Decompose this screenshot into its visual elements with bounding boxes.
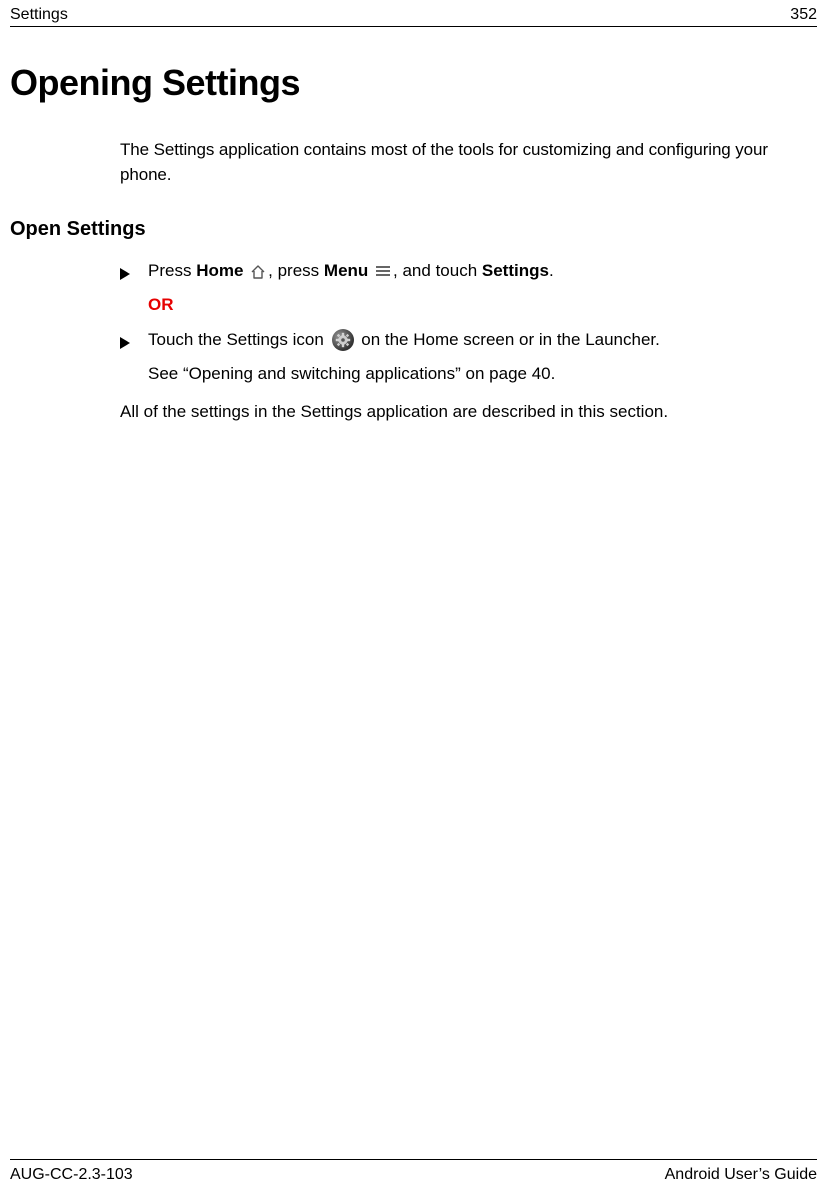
step-1: Press Home , press Menu , and touch Sett… — [120, 258, 809, 284]
step-1-bold-settings: Settings — [482, 261, 549, 280]
see-reference: See “Opening and switching applications”… — [148, 361, 809, 387]
closing-text: All of the settings in the Settings appl… — [120, 402, 809, 422]
step-1-text-3: , and touch — [393, 261, 482, 280]
step-2-text-2: on the Home screen or in the Launcher. — [357, 330, 660, 349]
menu-icon — [375, 259, 391, 271]
bullet-icon — [120, 262, 130, 288]
header-page-number: 352 — [790, 6, 817, 24]
or-text: OR — [148, 292, 809, 318]
step-2-text-1: Touch the Settings icon — [148, 330, 329, 349]
step-1-text-4: . — [549, 261, 554, 280]
settings-icon — [332, 329, 354, 351]
subheading: Open Settings — [10, 218, 146, 241]
header-section: Settings — [10, 6, 68, 24]
home-icon — [250, 261, 266, 275]
step-1-bold-menu: Menu — [324, 261, 368, 280]
header-rule — [10, 26, 817, 27]
page-title: Opening Settings — [10, 62, 300, 104]
page: Settings 352 Opening Settings The Settin… — [0, 0, 827, 1196]
step-1-bold-home: Home — [196, 261, 243, 280]
content-block: Press Home , press Menu , and touch Sett… — [120, 258, 809, 386]
step-2: Touch the Settings icon on the Home scre… — [120, 327, 809, 353]
bullet-icon — [120, 331, 130, 357]
footer-rule — [10, 1159, 817, 1160]
step-1-text-2: , press — [268, 261, 324, 280]
page-header: Settings 352 — [10, 6, 817, 24]
footer-doc-id: AUG-CC-2.3-103 — [10, 1166, 133, 1184]
step-1-text-1: Press — [148, 261, 196, 280]
footer-guide: Android User’s Guide — [665, 1166, 817, 1184]
page-footer: AUG-CC-2.3-103 Android User’s Guide — [10, 1166, 817, 1184]
intro-text: The Settings application contains most o… — [120, 138, 809, 187]
